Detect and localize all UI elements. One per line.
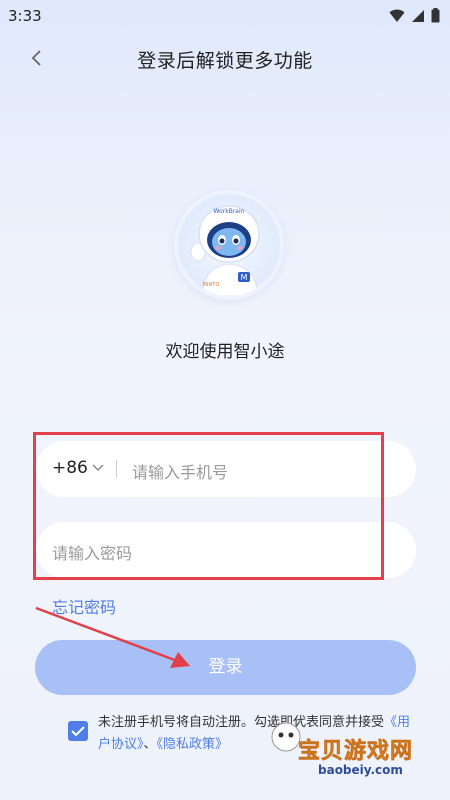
chevron-down-icon	[92, 464, 104, 472]
agreement-checkbox[interactable]	[68, 721, 88, 741]
highlight-arrow	[35, 606, 190, 668]
status-time: 3:33	[8, 7, 42, 25]
mascot-brand-text: MINTO	[203, 282, 220, 288]
header: 登录后解锁更多功能	[0, 38, 450, 78]
signal-icon	[412, 9, 424, 22]
mascot-illustration: M WorkBrain MINTO	[178, 194, 280, 296]
page-title: 登录后解锁更多功能	[137, 50, 313, 72]
check-icon	[71, 726, 85, 737]
watermark-url: baobeiy.com	[318, 763, 403, 777]
country-code-select[interactable]: +86	[52, 458, 104, 478]
phone-input[interactable]: 请输入手机号	[132, 459, 228, 483]
mascot-badge-text: M	[241, 273, 248, 282]
field-divider	[116, 460, 117, 478]
password-input[interactable]: 请输入密码	[52, 540, 132, 564]
password-field: 请输入密码	[36, 522, 416, 578]
agreement-prefix: 未注册手机号将自动注册。勾选即代表同意并接受	[98, 715, 385, 730]
agreement-text: 未注册手机号将自动注册。勾选即代表同意并接受《用户协议》、《隐私政策》	[98, 712, 418, 756]
phone-field: +86 请输入手机号	[36, 441, 416, 497]
welcome-text: 欢迎使用智小途	[165, 342, 285, 362]
country-code-value: +86	[52, 458, 88, 478]
agreement-sep: 、	[143, 737, 157, 752]
privacy-policy-link[interactable]: 《隐私政策》	[157, 737, 229, 752]
mascot-helmet-text: WorkBrain	[214, 208, 245, 215]
battery-icon	[431, 8, 440, 23]
wifi-icon	[389, 9, 405, 22]
mascot-avatar: M WorkBrain MINTO	[174, 190, 284, 300]
status-icons	[389, 8, 440, 23]
status-bar: 3:33	[0, 0, 450, 34]
